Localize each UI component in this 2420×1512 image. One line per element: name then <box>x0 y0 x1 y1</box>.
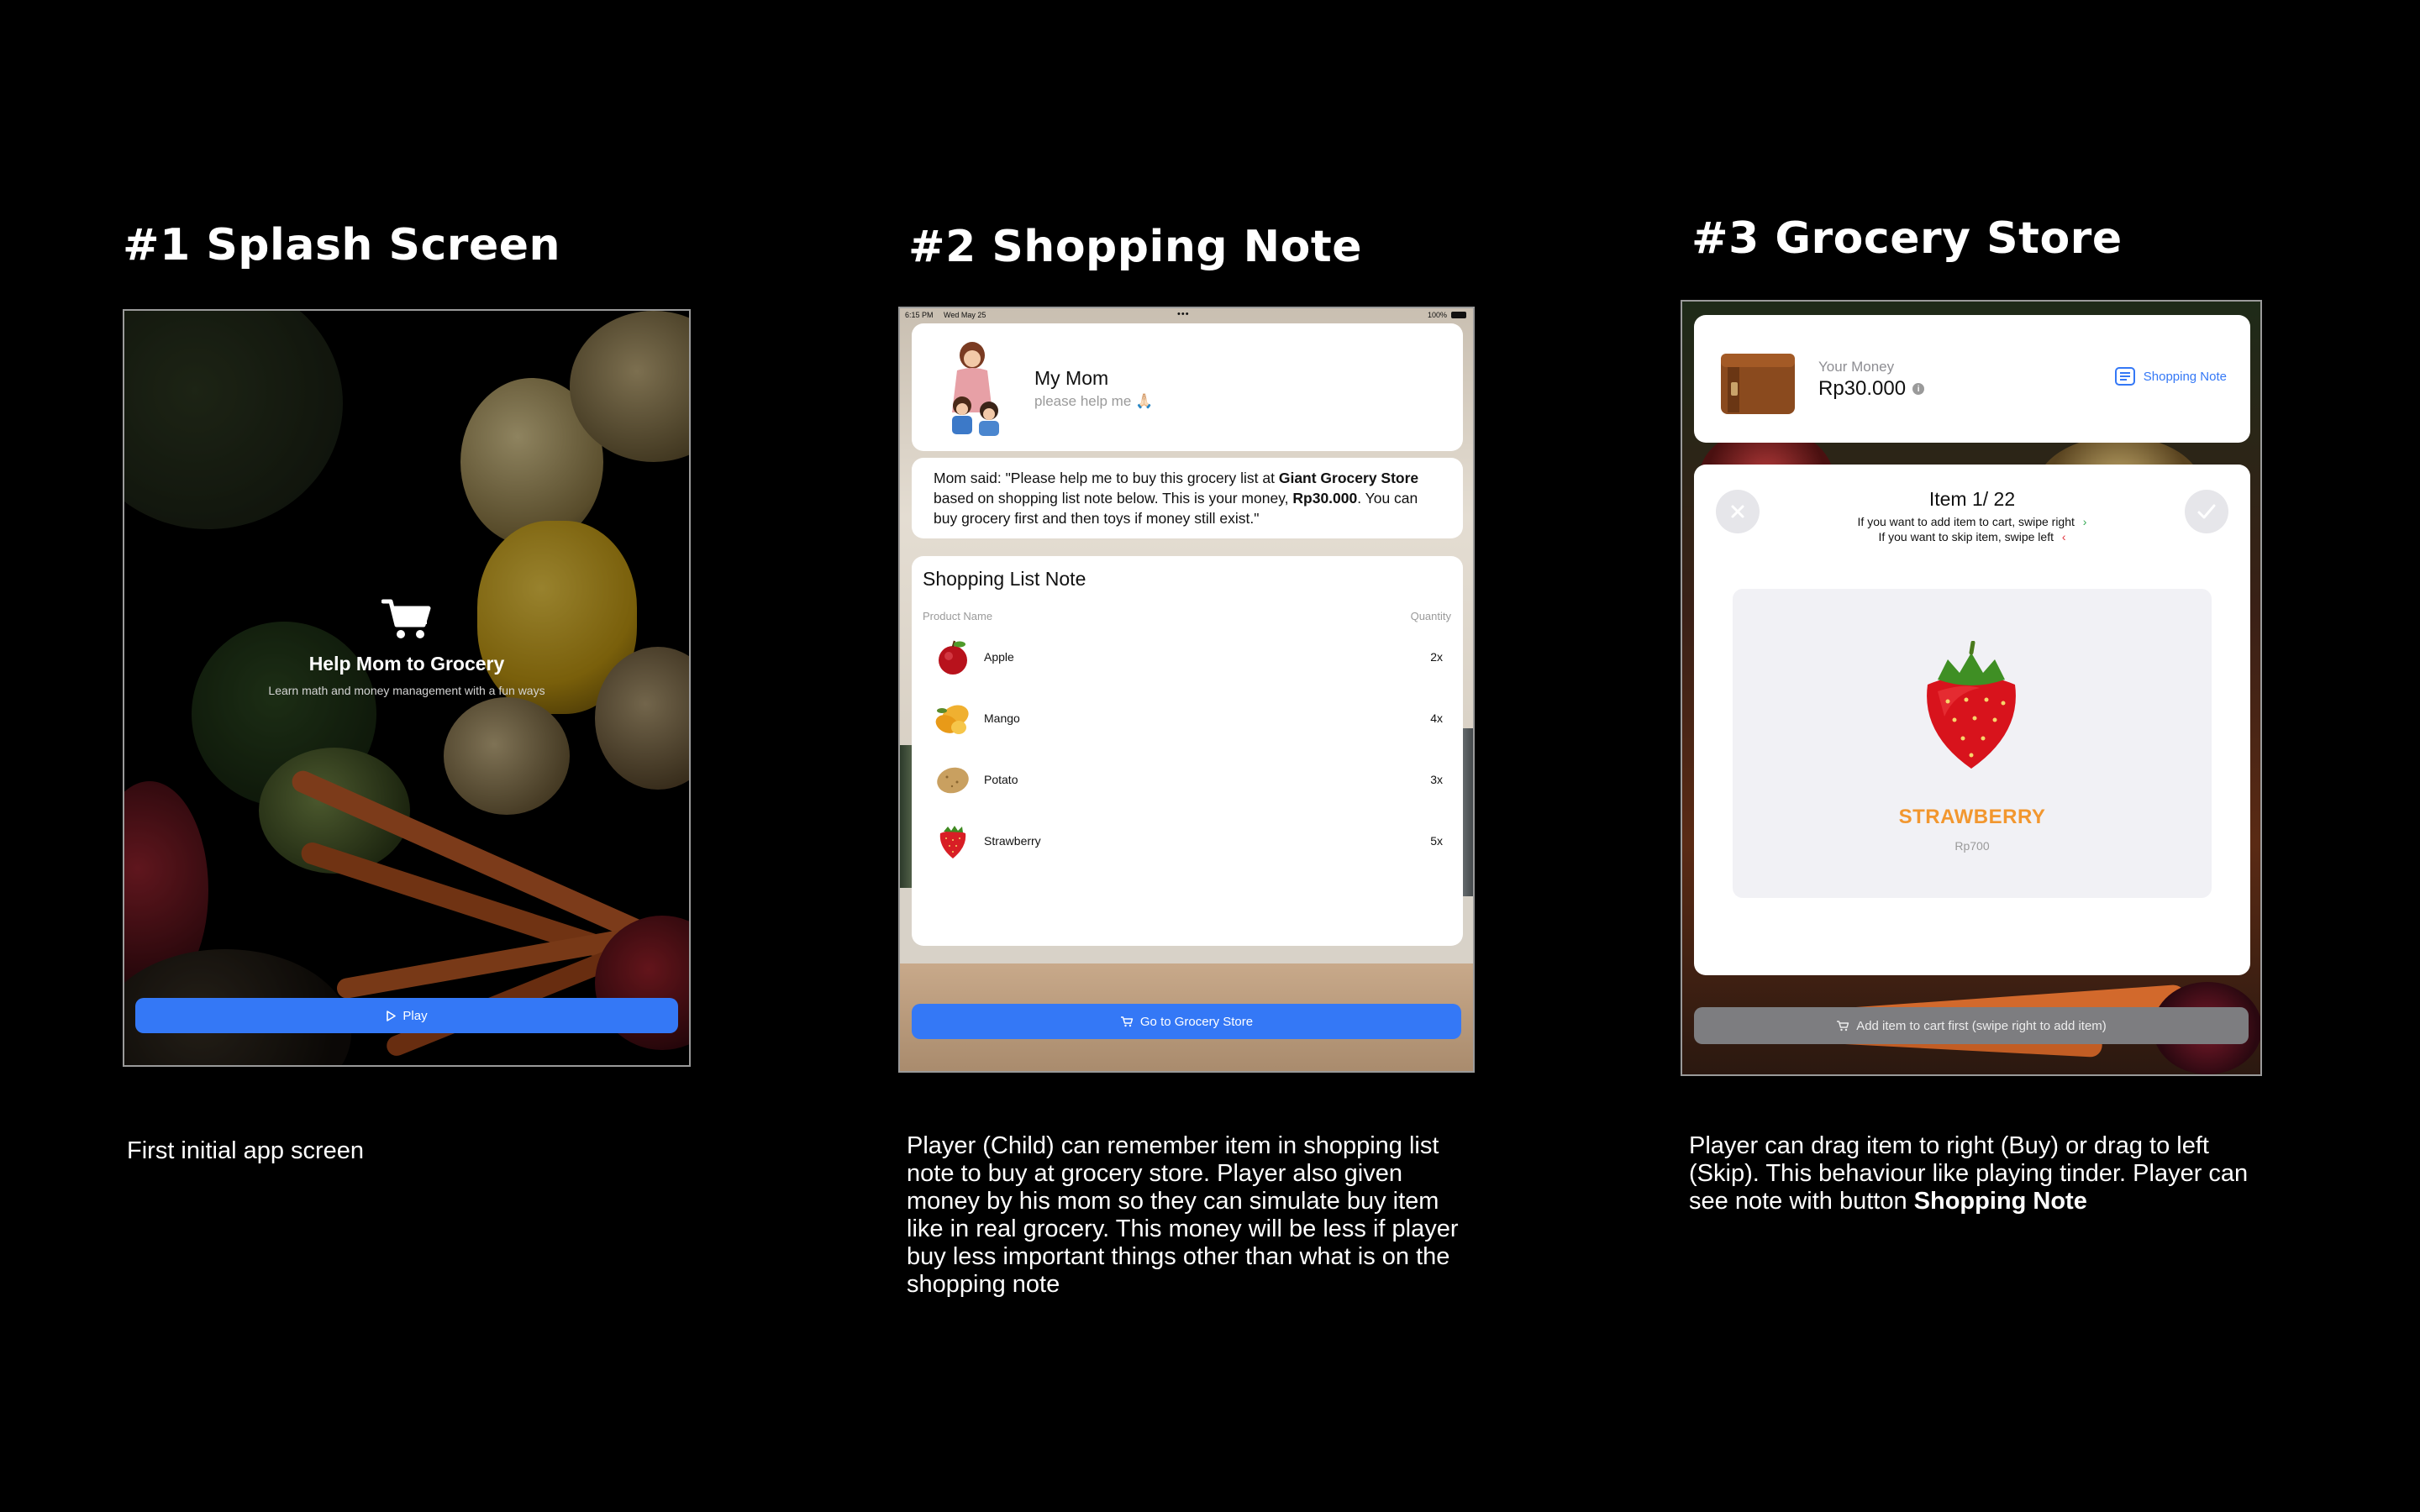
grocery-store-description: Player can drag item to right (Buy) or d… <box>1689 1132 2260 1215</box>
money-label: Your Money <box>1818 359 1895 375</box>
col-product-name: Product Name <box>923 610 993 622</box>
item-qty: 5x <box>1430 834 1443 848</box>
item-qty: 2x <box>1430 650 1443 664</box>
splash-screen: Help Mom to Grocery Learn math and money… <box>123 309 691 1067</box>
go-to-grocery-store-button[interactable]: Go to Grocery Store <box>912 1004 1461 1039</box>
grocery-store-screen: Your Money Rp30.000 i Shopping Note Item… <box>1681 300 2262 1076</box>
list-item: Potato 3x <box>934 754 1443 805</box>
play-button[interactable]: Play <box>135 998 678 1033</box>
item-qty: 3x <box>1430 773 1443 786</box>
info-icon[interactable]: i <box>1912 383 1925 395</box>
item-counter: Item 1/ 22 <box>1928 488 2016 510</box>
mango-icon <box>935 705 969 734</box>
multitask-dots-icon[interactable]: ••• <box>1177 309 1190 319</box>
wallet-icon <box>1721 354 1795 414</box>
strawberry-image <box>1927 641 2016 769</box>
shopping-note-description: Player (Child) can remember item in shop… <box>907 1132 1459 1298</box>
mom-subtitle: please help me 🙏🏻 <box>1034 393 1154 409</box>
battery-icon <box>1451 312 1466 318</box>
potato-icon <box>937 767 969 794</box>
list-item: Mango 4x <box>934 693 1443 743</box>
app-title: Help Mom to Grocery <box>308 653 505 675</box>
list-item: Strawberry 5x <box>934 816 1443 866</box>
apple-icon <box>939 640 967 675</box>
item-name: Strawberry <box>984 834 1041 848</box>
list-item: Apple 2x <box>934 632 1443 682</box>
app-subtitle: Learn math and money management with a f… <box>268 684 545 697</box>
product-card[interactable]: STRAWBERRY Rp700 <box>1733 589 2212 898</box>
money-card: Your Money Rp30.000 i Shopping Note <box>1694 315 2250 443</box>
shopping-list-card: Shopping List Note Product Name Quantity… <box>912 556 1463 946</box>
play-icon <box>387 1010 397 1021</box>
message-store-name: Giant Grocery Store <box>1278 470 1419 486</box>
status-time: 6:15 PM <box>905 311 934 319</box>
shopping-note-button[interactable]: Shopping Note <box>2114 367 2227 386</box>
status-bar: 6:15 PM Wed May 25 ••• 100% <box>900 308 1473 322</box>
go-label: Go to Grocery Store <box>1139 1014 1254 1029</box>
item-card: Item 1/ 22 If you want to add item to ca… <box>1694 465 2250 975</box>
shopping-note-section-heading: #2 Shopping Note <box>908 222 1363 272</box>
mom-avatar <box>952 342 999 436</box>
mom-message-card: Mom said: "Please help me to buy this gr… <box>912 458 1463 538</box>
cart-icon <box>1837 1021 1849 1032</box>
splash-description: First initial app screen <box>127 1137 365 1164</box>
description-bold: Shopping Note <box>1913 1188 2087 1215</box>
note-icon <box>2114 367 2135 386</box>
message-text: Mom said: "Please help me to buy this gr… <box>934 470 1279 486</box>
cart-icon <box>381 599 431 638</box>
mom-name: My Mom <box>1034 367 1109 389</box>
col-quantity: Quantity <box>1410 610 1451 622</box>
cart-icon <box>1120 1016 1134 1027</box>
shopping-list-title: Shopping List Note <box>923 568 1086 590</box>
chevron-left-icon: ‹ <box>2061 530 2066 543</box>
item-name: Potato <box>984 773 1018 786</box>
shopping-note-screen: 6:15 PM Wed May 25 ••• 100% My Mom pleas… <box>898 307 1475 1073</box>
strawberry-icon <box>939 826 966 858</box>
grocery-store-section-heading: #3 Grocery Store <box>1691 213 2123 264</box>
message-text: based on shopping list note below. This … <box>934 490 1293 507</box>
status-date: Wed May 25 <box>944 311 986 319</box>
splash-section-heading: #1 Splash Screen <box>123 220 560 270</box>
product-price: Rp700 <box>1954 839 1990 853</box>
item-qty: 4x <box>1430 711 1443 725</box>
money-value: Rp30.000 <box>1818 377 1907 400</box>
add-item-label: Add item to cart first (swipe right to a… <box>1856 1018 2107 1033</box>
item-name: Apple <box>984 650 1014 664</box>
status-battery: 100% <box>1428 311 1448 319</box>
product-name: STRAWBERRY <box>1898 806 2046 828</box>
message-money: Rp30.000 <box>1292 490 1358 507</box>
add-item-button[interactable]: Add item to cart first (swipe right to a… <box>1694 1007 2249 1044</box>
hint-swipe-right: If you want to add item to cart, swipe r… <box>1857 515 2075 528</box>
hint-swipe-left: If you want to skip item, swipe left <box>1878 530 2054 543</box>
item-name: Mango <box>984 711 1020 725</box>
play-label: Play <box>402 1008 428 1023</box>
chevron-right-icon: › <box>2082 515 2087 528</box>
mom-card: My Mom please help me 🙏🏻 <box>912 323 1463 451</box>
shopping-note-label: Shopping Note <box>2143 369 2227 384</box>
